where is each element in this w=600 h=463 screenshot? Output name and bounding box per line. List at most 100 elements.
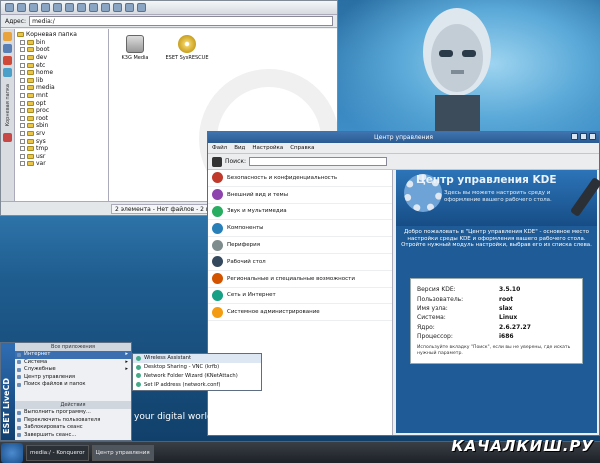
start-menu-item[interactable]: Служебные ▸ (15, 366, 131, 374)
copy-icon[interactable] (77, 3, 86, 12)
tree-item[interactable]: proc (17, 107, 106, 115)
stop-icon[interactable] (65, 3, 74, 12)
chevron-right-icon: ▸ (125, 351, 128, 357)
expand-icon[interactable] (20, 39, 25, 45)
category-item[interactable]: Региональные и специальные возможности (208, 271, 392, 288)
tree-item[interactable]: media (17, 84, 106, 92)
start-menu-item[interactable]: Система ▸ (15, 359, 131, 367)
category-item[interactable]: Сеть и Интернет (208, 288, 392, 305)
category-item[interactable]: Системное администрирование (208, 304, 392, 322)
app-icon (136, 355, 141, 361)
expand-icon[interactable] (20, 77, 25, 83)
expand-icon[interactable] (20, 70, 25, 76)
tree-item-label: lib (36, 76, 44, 84)
file-item[interactable]: K3G Media (113, 35, 157, 61)
submenu-item[interactable]: Wireless Assistant (133, 354, 261, 363)
list-view-icon[interactable] (137, 3, 146, 12)
info-value: slax (499, 304, 513, 312)
category-item[interactable]: Компоненты (208, 220, 392, 238)
start-menu-item[interactable]: Интернет ▸ (15, 351, 131, 359)
taskbar-task[interactable]: Центр управления (91, 444, 154, 461)
tree-item[interactable]: tmp (17, 145, 106, 153)
minimize-icon[interactable] (571, 133, 578, 140)
tree-item[interactable]: usr (17, 153, 106, 161)
tree-item[interactable]: opt (17, 99, 106, 107)
file-item[interactable]: ESET SysRESCUE (165, 35, 209, 61)
tree-item[interactable]: lib (17, 77, 106, 85)
expand-icon[interactable] (20, 85, 25, 91)
category-item[interactable]: Рабочий стол (208, 254, 392, 271)
expand-icon[interactable] (20, 100, 25, 106)
start-menu-action[interactable]: Выполнить программу... (15, 409, 131, 417)
paste-icon[interactable] (89, 3, 98, 12)
start-menu-item[interactable]: Центр управления (15, 374, 131, 382)
submenu-item[interactable]: Set IP address (network.conf) (133, 380, 261, 389)
services-icon[interactable] (3, 133, 12, 143)
expand-icon[interactable] (20, 153, 25, 159)
home-icon[interactable] (41, 3, 50, 12)
network-icon[interactable] (3, 68, 12, 77)
search-input[interactable] (249, 157, 388, 166)
tree-root[interactable]: Корневая папка (17, 31, 106, 39)
submenu-item[interactable]: Desktop Sharing - VNC (krfb) (133, 363, 261, 372)
forward-icon[interactable] (17, 3, 26, 12)
tree-item[interactable]: boot (17, 46, 106, 54)
tree-item[interactable]: mnt (17, 92, 106, 100)
tree-item[interactable]: sys (17, 137, 106, 145)
expand-icon[interactable] (20, 47, 25, 53)
history-icon[interactable] (3, 44, 12, 53)
submenu-item[interactable]: Network Folder Wizard (KNetAttach) (133, 372, 261, 381)
home-folder-icon[interactable] (3, 56, 12, 65)
folder-icon (27, 70, 34, 76)
tree-item[interactable]: dev (17, 54, 106, 62)
category-item[interactable]: Звук и мультимедиа (208, 204, 392, 221)
category-item[interactable]: Внешний вид и темы (208, 187, 392, 204)
menu-item[interactable]: Справка (290, 145, 314, 151)
start-menu-action[interactable]: Завершить сеанс... (15, 432, 131, 440)
expand-icon[interactable] (20, 108, 25, 114)
tree-item[interactable]: root (17, 115, 106, 123)
back-icon[interactable] (5, 3, 14, 12)
expand-icon[interactable] (20, 131, 25, 137)
menu-item[interactable]: Вид (234, 145, 245, 151)
tree-item[interactable]: sbin (17, 122, 106, 130)
maximize-icon[interactable] (580, 133, 587, 140)
start-menu-action[interactable]: Переключить пользователя (15, 417, 131, 425)
expand-icon[interactable] (20, 123, 25, 129)
expand-icon[interactable] (20, 161, 25, 167)
up-icon[interactable] (29, 3, 38, 12)
tree-item[interactable]: bin (17, 39, 106, 47)
start-menu-item[interactable]: Поиск файлов и папок (15, 381, 131, 389)
expand-icon[interactable] (20, 115, 25, 121)
window-titlebar[interactable]: Центр управления (208, 132, 599, 143)
category-item[interactable]: Периферия (208, 237, 392, 254)
start-menu-action[interactable]: Заблокировать сеанс (15, 424, 131, 432)
expand-icon[interactable] (20, 93, 25, 99)
expand-icon[interactable] (20, 138, 25, 144)
expand-icon[interactable] (20, 146, 25, 152)
close-icon[interactable] (589, 133, 596, 140)
tree-item[interactable]: etc (17, 61, 106, 69)
zoom-out-icon[interactable] (113, 3, 122, 12)
tree-item[interactable]: home (17, 69, 106, 77)
tree-item[interactable]: srv (17, 130, 106, 138)
icon-view-icon[interactable] (125, 3, 134, 12)
menu-item[interactable]: Настройка (252, 145, 283, 151)
expand-icon[interactable] (20, 55, 25, 61)
kmenu-button[interactable] (1, 442, 23, 463)
clear-icon[interactable] (212, 156, 222, 167)
info-value: Linux (499, 314, 518, 322)
address-input[interactable]: media:/ (29, 16, 333, 26)
menu-item[interactable]: Файл (212, 145, 227, 151)
menu-item-icon (17, 410, 21, 415)
folder-icon (27, 77, 34, 83)
folder-icon (27, 39, 34, 45)
category-item[interactable]: Безопасность и конфиденциальность (208, 170, 392, 187)
bookmarks-icon[interactable] (3, 32, 12, 41)
taskbar-task[interactable]: media:/ - Konqueror (26, 444, 89, 461)
expand-icon[interactable] (20, 62, 25, 68)
tree-item[interactable]: var (17, 160, 106, 168)
zoom-in-icon[interactable] (101, 3, 110, 12)
reload-icon[interactable] (53, 3, 62, 12)
root-folder-tab[interactable]: Корневая папка (5, 84, 11, 126)
